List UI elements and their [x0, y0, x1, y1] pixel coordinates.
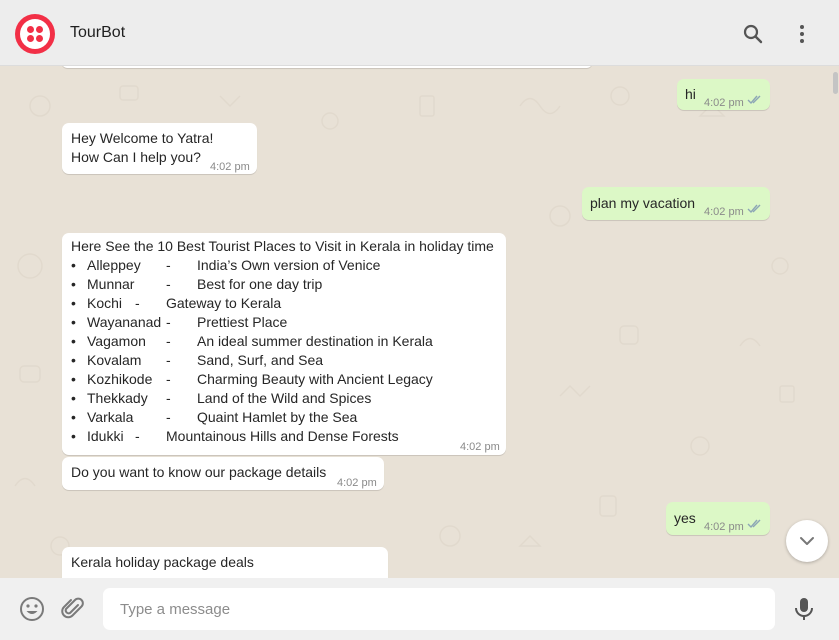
list-item: • Vagamon - An ideal summer destination in …	[71, 332, 501, 351]
message-text: How Can I help you?	[71, 149, 201, 165]
message-list[interactable]: hi 4:02 pm Hey Welcome to Yatra! How Can…	[0, 66, 839, 578]
place-description: Land of the Wild and Spices	[197, 390, 372, 406]
place-name: Vagamon	[87, 333, 146, 349]
place-name: Alleppey	[87, 257, 141, 273]
separator: -	[166, 390, 171, 406]
list-item: • Kovalam - Sand, Surf, and Sea	[71, 351, 501, 370]
place-description: Prettiest Place	[197, 314, 288, 330]
mic-icon[interactable]	[791, 596, 817, 622]
place-name: Kovalam	[87, 352, 142, 368]
message-time: 4:02 pm	[460, 441, 500, 453]
place-description: Quaint Hamlet by the Sea	[197, 409, 358, 425]
list-item: • Thekkady - Land of the Wild and Spices	[71, 389, 501, 408]
search-icon[interactable]	[741, 22, 765, 46]
place-name: Idukki	[87, 428, 124, 444]
message-text: Do you want to know our package details	[71, 464, 327, 480]
bullet: •	[71, 390, 76, 406]
list-item: • Kozhikode - Charming Beauty with Ancient …	[71, 370, 501, 389]
place-name: Thekkady	[87, 390, 148, 406]
message-incoming[interactable]: Hey Welcome to Yatra! How Can I help you…	[62, 123, 257, 174]
place-name: Munnar	[87, 276, 135, 292]
place-description: India’s Own version of Venice	[197, 257, 381, 273]
bullet: •	[71, 371, 76, 387]
list-item: • Wayananad - Prettiest Place	[71, 313, 501, 332]
bullet: •	[71, 352, 76, 368]
place-description: Charming Beauty with Ancient Legacy	[197, 371, 433, 387]
place-description: Best for one day trip	[197, 276, 323, 292]
read-receipt-icon	[747, 95, 761, 105]
place-description: Mountainous Hills and Dense Forests	[166, 428, 399, 444]
separator: -	[166, 333, 171, 349]
compose-bar	[0, 578, 839, 640]
scroll-down-button[interactable]	[786, 520, 828, 562]
place-description: Gateway to Kerala	[166, 295, 282, 311]
bullet: •	[71, 333, 76, 349]
message-heading: Kerala holiday package deals	[71, 554, 254, 570]
list-item: • Kochi - Gateway to Kerala	[71, 294, 501, 313]
scrollbar[interactable]	[831, 66, 839, 578]
message-incoming[interactable]: Here See the 10 Best Tourist Places to V…	[62, 233, 506, 455]
message-outgoing[interactable]: hi 4:02 pm	[677, 79, 770, 110]
message-time: 4:02 pm	[704, 521, 744, 533]
bullet: •	[71, 257, 76, 273]
separator: -	[166, 352, 171, 368]
place-name: Kochi	[87, 295, 123, 311]
message-time: 4:02 pm	[704, 206, 744, 218]
bullet: •	[71, 428, 76, 444]
place-list: • Alleppey - India’s Own version of Venice …	[71, 256, 501, 446]
message-incoming[interactable]: Do you want to know our package details …	[62, 457, 384, 490]
previous-message-edge	[62, 66, 592, 68]
separator: -	[166, 371, 171, 387]
place-description: An ideal summer destination in Kerala	[197, 333, 433, 349]
place-name: Wayananad	[87, 314, 162, 330]
message-incoming[interactable]: Kerala holiday package deals	[62, 547, 388, 578]
menu-icon[interactable]	[790, 22, 814, 46]
bullet: •	[71, 276, 76, 292]
separator: -	[135, 428, 140, 444]
bullet: •	[71, 295, 76, 311]
emoji-icon[interactable]	[19, 596, 45, 622]
separator: -	[166, 314, 171, 330]
list-item: • Idukki - Mountainous Hills and Dense Fore…	[71, 427, 501, 446]
list-item: • Munnar - Best for one day trip	[71, 275, 501, 294]
chat-header: TourBot	[0, 0, 839, 66]
message-time: 4:02 pm	[210, 161, 250, 173]
separator: -	[166, 409, 171, 425]
message-outgoing[interactable]: plan my vacation 4:02 pm	[582, 187, 770, 220]
read-receipt-icon	[747, 204, 761, 214]
list-item: • Alleppey - India’s Own version of Venice	[71, 256, 501, 275]
chat-title[interactable]: TourBot	[70, 24, 125, 42]
separator: -	[166, 257, 171, 273]
chevron-down-icon	[800, 537, 814, 545]
message-time: 4:02 pm	[704, 97, 744, 109]
attach-icon[interactable]	[60, 596, 86, 622]
separator: -	[135, 295, 140, 311]
bullet: •	[71, 409, 76, 425]
message-heading: Here See the 10 Best Tourist Places to V…	[71, 238, 494, 254]
read-receipt-icon	[747, 519, 761, 529]
place-description: Sand, Surf, and Sea	[197, 352, 324, 368]
message-time: 4:02 pm	[337, 477, 377, 489]
separator: -	[166, 276, 171, 292]
twilio-logo[interactable]	[15, 14, 55, 54]
bullet: •	[71, 314, 76, 330]
message-text: Hey Welcome to Yatra!	[71, 130, 214, 146]
place-name: Kozhikode	[87, 371, 153, 387]
list-item: • Varkala - Quaint Hamlet by the Sea	[71, 408, 501, 427]
message-text: plan my vacation	[590, 195, 696, 211]
place-name: Varkala	[87, 409, 134, 425]
scrollbar-thumb[interactable]	[833, 72, 838, 94]
message-input[interactable]	[103, 588, 775, 630]
message-text: yes	[674, 510, 696, 526]
message-text: hi	[685, 86, 696, 102]
message-outgoing[interactable]: yes 4:02 pm	[666, 502, 770, 535]
